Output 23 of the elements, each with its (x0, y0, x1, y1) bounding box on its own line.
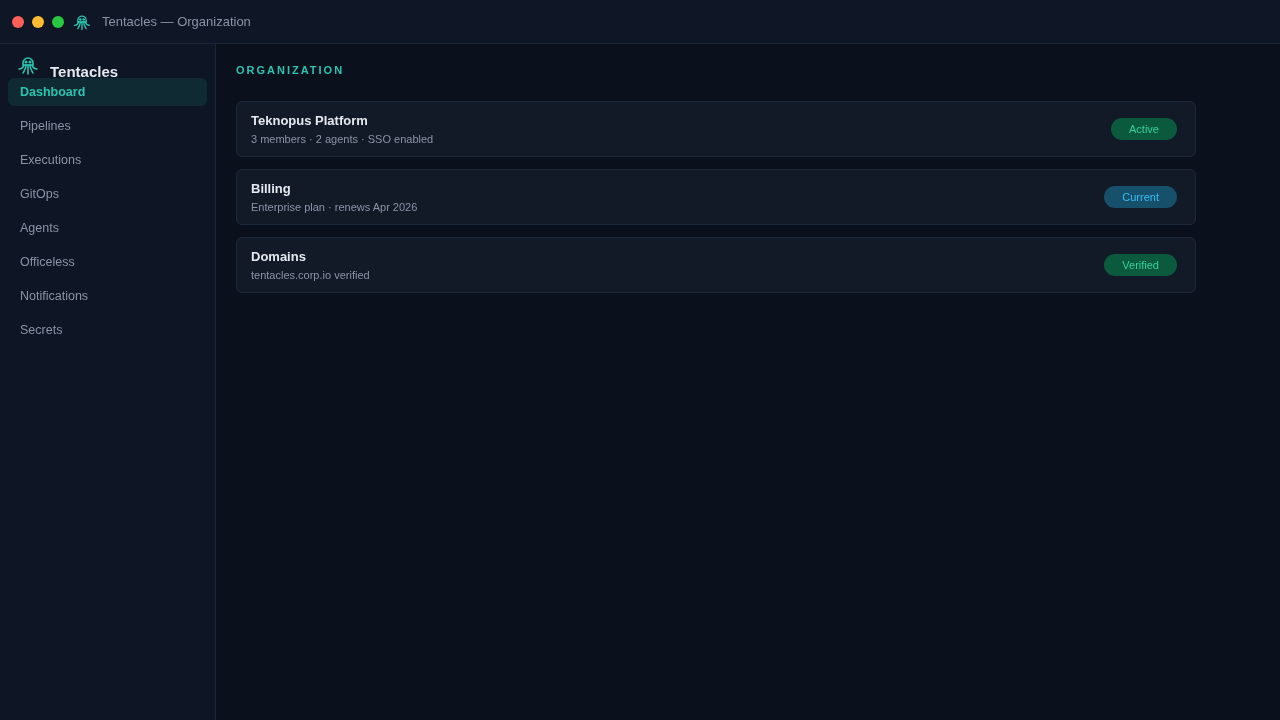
status-badge: Current (1104, 186, 1177, 208)
card-title: Teknopus Platform (251, 113, 369, 128)
sidebar-item[interactable]: Executions (8, 146, 207, 174)
card-subtitle: tentacles.corp.io verified (251, 269, 370, 281)
card-subtitle: Enterprise plan · renews Apr 2026 (251, 201, 418, 213)
window-title: Tentacles — Organization (102, 14, 251, 29)
sidebar-item[interactable]: Officeless (8, 248, 207, 276)
card-title: Domains (251, 249, 307, 264)
card-subtitle: 3 members · 2 agents · SSO enabled (251, 133, 434, 145)
section-heading: ORGANIZATION (236, 64, 346, 76)
sidebar-item[interactable]: Dashboard (8, 78, 207, 106)
sidebar-item[interactable]: GitOps (8, 180, 207, 208)
sidebar-item[interactable]: Agents (8, 214, 207, 242)
status-badge: Verified (1104, 254, 1177, 276)
zoom-button[interactable] (52, 15, 64, 28)
sidebar-item[interactable]: Notifications (8, 282, 207, 310)
brand-name: Tentacles (50, 62, 119, 80)
minimize-button[interactable] (32, 15, 44, 28)
status-badge: Active (1111, 118, 1177, 140)
close-button[interactable] (12, 15, 24, 28)
sidebar-item[interactable]: Pipelines (8, 112, 207, 140)
sidebar-item[interactable]: Secrets (8, 316, 207, 344)
card-title: Billing (251, 181, 292, 196)
